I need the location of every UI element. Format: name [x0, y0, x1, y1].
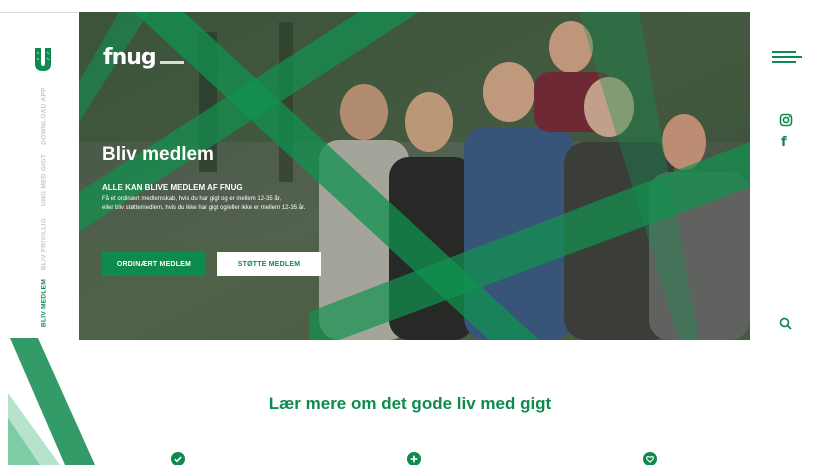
fnug-logo-text: fnug [103, 45, 157, 70]
facebook-icon[interactable]: f [781, 135, 787, 150]
fnug-logo[interactable]: fnug [103, 45, 184, 70]
instagram-icon[interactable] [779, 113, 793, 127]
hero-text-line: eller bliv støttemedlem, hvis du ikke ha… [102, 205, 306, 211]
check-circle-icon [171, 452, 185, 465]
heart-circle-icon [643, 452, 657, 465]
search-icon[interactable] [779, 317, 792, 330]
support-membership-button[interactable]: STØTTE MEDLEM [217, 252, 321, 276]
hero-description: Få et ordinært medlemskab, hvis du har g… [102, 195, 402, 213]
section-title: Lær mere om det gode liv med gigt [268, 394, 552, 413]
hamburger-menu-icon[interactable] [772, 51, 802, 63]
menu-line [772, 51, 796, 53]
ordinary-membership-button[interactable]: ORDINÆRT MEDLEM [102, 252, 206, 276]
hero-title: Bliv medlem [102, 144, 214, 165]
hero-banner: fnug Bliv medlem ALLE KAN BLIVE MEDLEM A… [79, 12, 750, 340]
sidebar-item-label[interactable]: BLIV MEDLEM [41, 279, 48, 327]
sidebar-item-label[interactable]: BLIV FRIVILLIG [41, 218, 48, 270]
hero-text-line: Få et ordinært medlemskab, hvis du har g… [102, 196, 282, 202]
menu-line [772, 56, 802, 58]
fnug-logo-tagline [159, 61, 184, 64]
fnug-u-logo[interactable] [33, 46, 53, 72]
plus-circle-icon [407, 452, 421, 465]
sidebar [0, 0, 78, 340]
sidebar-item-label[interactable]: DOWNLOAD APP [41, 87, 48, 145]
sidebar-item-label[interactable]: UNG MED GIGT [41, 154, 48, 206]
hero-subtitle: ALLE KAN BLIVE MEDLEM AF FNUG [102, 183, 243, 192]
menu-line [772, 61, 796, 63]
